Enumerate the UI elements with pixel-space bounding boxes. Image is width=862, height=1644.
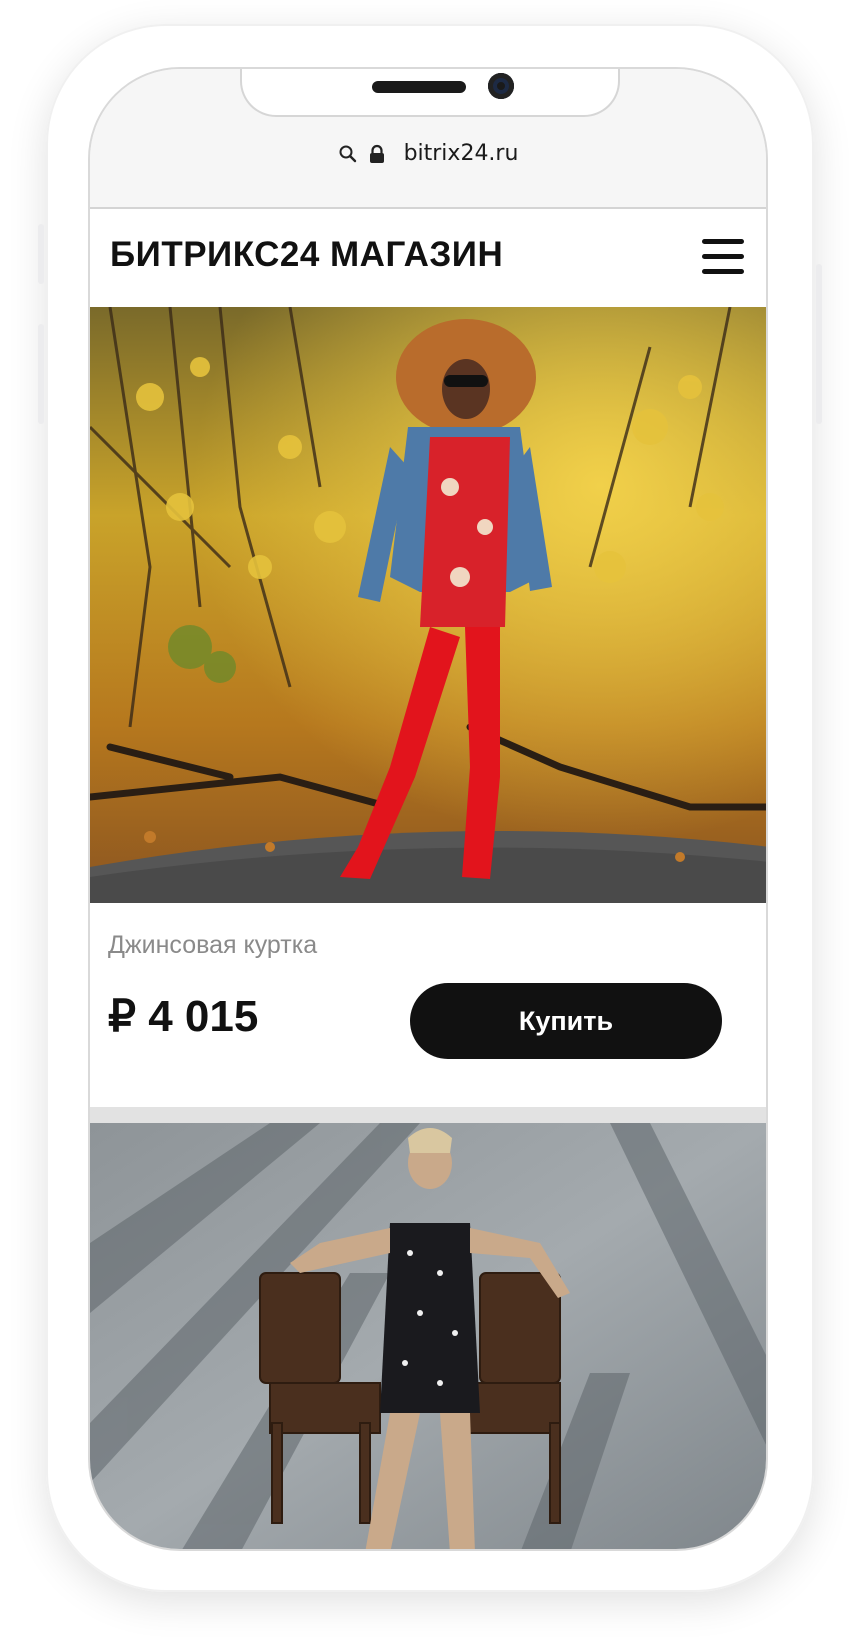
product-card: Джинсовая куртка ₽ 4 015 Купить xyxy=(90,903,766,1107)
phone-screen: bitrix24.ru БИТРИКС24 МАГАЗИН Джинсовая … xyxy=(88,67,768,1551)
product-photo-illustration xyxy=(90,307,766,903)
buy-button[interactable]: Купить xyxy=(410,983,722,1059)
speaker-grille xyxy=(372,81,466,93)
hamburger-menu-icon[interactable] xyxy=(702,239,744,275)
phone-notch xyxy=(240,69,620,117)
side-button xyxy=(38,224,44,284)
product-price: ₽ 4 015 xyxy=(108,992,259,1041)
side-button xyxy=(816,264,822,424)
phone-frame: bitrix24.ru БИТРИКС24 МАГАЗИН Джинсовая … xyxy=(38,24,822,1592)
lock-icon xyxy=(368,144,386,164)
product-name[interactable]: Джинсовая куртка xyxy=(108,931,317,960)
site-logo[interactable]: БИТРИКС24 МАГАЗИН xyxy=(110,235,503,275)
side-button xyxy=(38,324,44,424)
product-image[interactable] xyxy=(90,1123,766,1549)
browser-status-bar: bitrix24.ru xyxy=(90,69,766,209)
front-camera xyxy=(488,73,514,99)
card-divider xyxy=(90,1107,766,1123)
address-bar[interactable]: bitrix24.ru xyxy=(90,141,766,166)
product-photo-illustration xyxy=(90,1123,766,1549)
url-text: bitrix24.ru xyxy=(403,141,519,166)
product-image[interactable] xyxy=(90,307,766,903)
site-header: БИТРИКС24 МАГАЗИН xyxy=(90,209,766,307)
search-icon xyxy=(338,144,358,164)
